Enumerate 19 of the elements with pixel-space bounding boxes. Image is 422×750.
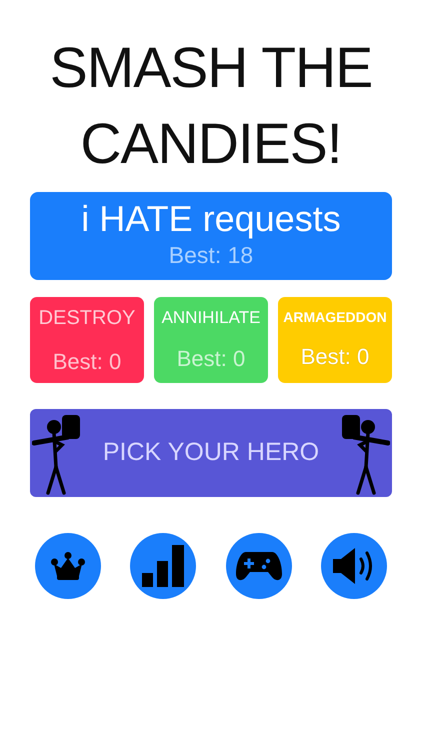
mode-title: ANNIHILATE <box>162 306 260 329</box>
game-title: CANDIES! <box>79 116 343 173</box>
mode-title: ARMAGEDDON <box>283 308 387 327</box>
mode-title: DESTROY <box>38 306 136 330</box>
best-score: Best: 0 <box>176 345 246 374</box>
crown-icon <box>51 552 85 580</box>
speaker-icon <box>332 547 375 585</box>
mode-button[interactable]: ANNIHILATE Best: 0 <box>154 297 268 383</box>
best-score: Best: 0 <box>300 343 370 371</box>
mode-title: i HATE requests <box>81 200 341 238</box>
best-score: Best: 0 <box>52 348 122 376</box>
bar-chart-icon <box>142 545 184 587</box>
mode-button[interactable]: DESTROY Best: 0 <box>30 297 144 383</box>
best-score: Best: 18 <box>168 240 254 270</box>
pick-hero-button[interactable]: PICK YOUR HERO <box>30 409 392 497</box>
gamepad-icon <box>236 550 282 582</box>
mode-button[interactable]: i HATE requests Best: 18 <box>30 192 392 280</box>
game-title: SMASH THE <box>48 40 374 97</box>
mode-button[interactable]: ARMAGEDDON Best: 0 <box>278 297 392 383</box>
